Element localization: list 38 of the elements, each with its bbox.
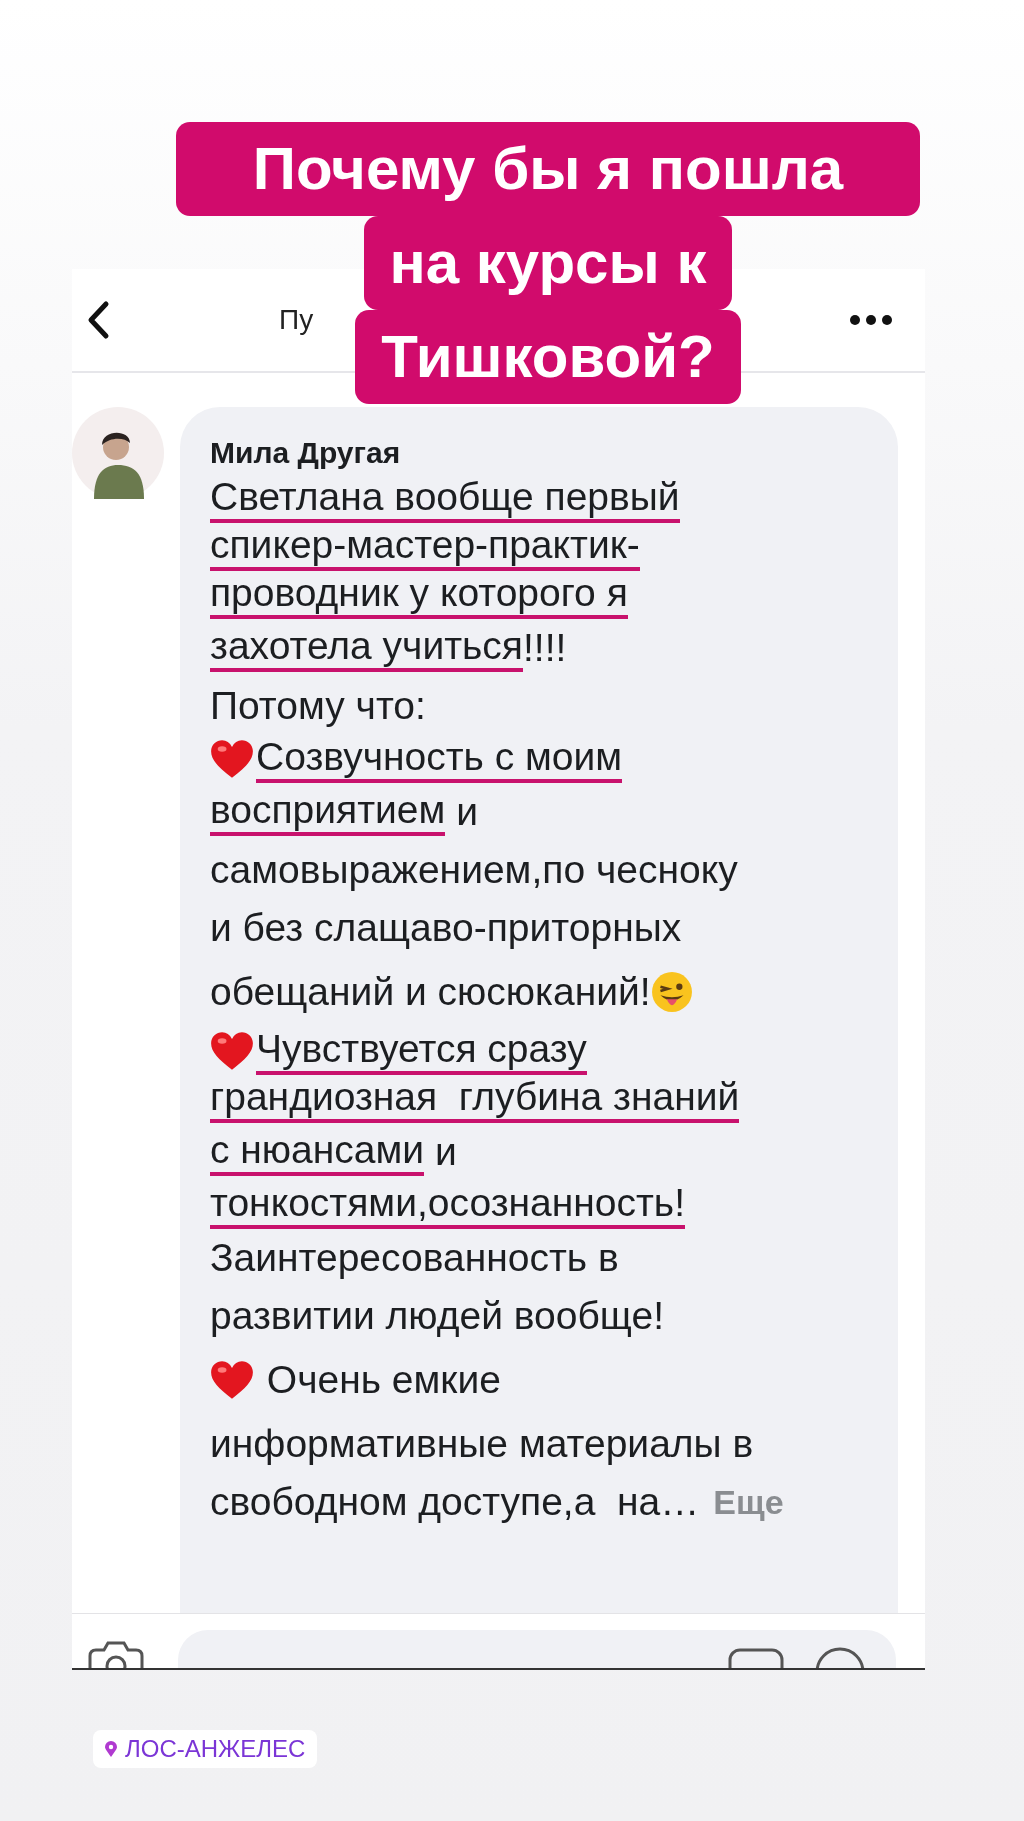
comment-text: !!!! [523,625,567,671]
winking-face-icon [650,971,693,1013]
heart-icon [210,1360,254,1400]
heart-icon [210,739,254,779]
comment-text: восприятием [210,788,446,836]
comment-text: спикер-мастер-практик- [210,523,640,571]
comment-text: Созвучность с моим [256,735,623,783]
location-sticker[interactable]: ЛОС-АНЖЕЛЕС [93,1730,318,1768]
comment-text: с нюансами [210,1128,425,1176]
sticker-text: Тишковой? [355,310,741,404]
comment-text: и [433,1129,457,1175]
more-icon[interactable] [850,315,892,325]
comment-field[interactable] [178,1630,896,1668]
back-icon[interactable] [86,300,110,340]
header-title: Пу [279,304,314,336]
heart-icon [210,1031,254,1071]
comment-text: Чувствуется сразу [256,1027,587,1075]
comment-text: и без слащаво-приторных [210,905,682,951]
comment-text: тонкостями,осознанность! [210,1181,686,1229]
comment-text: Светлана вообще первый [210,475,680,523]
comment-text: грандиозная глубина знаний [210,1075,740,1123]
location-text: ЛОС-АНЖЕЛЕС [125,1735,306,1763]
comment-text: проводник у которого я [210,571,628,619]
comment-text: развитии людей вообще! [210,1293,664,1339]
comment-text: обещаний и сюсюканий! [210,969,651,1015]
sticker-text: Почему бы я пошла [176,122,920,216]
pin-icon [105,1741,117,1757]
comment-author[interactable]: Мила Другая [210,431,898,475]
comment-text: свободном доступе,а на… [210,1479,700,1525]
comment-text: и [455,789,478,835]
comment-text: Потому что: [210,683,426,729]
comment-text: самовыражением,по чесноку [210,847,738,893]
sticker-text: на курсы к [363,216,733,310]
comment-text: информативные материалы в [210,1421,754,1467]
comment-text: Заинтересованность в [210,1235,619,1281]
avatar[interactable] [72,407,164,499]
comment-text: захотела учиться [210,624,523,672]
comment-text: Очень емкие [265,1357,501,1403]
